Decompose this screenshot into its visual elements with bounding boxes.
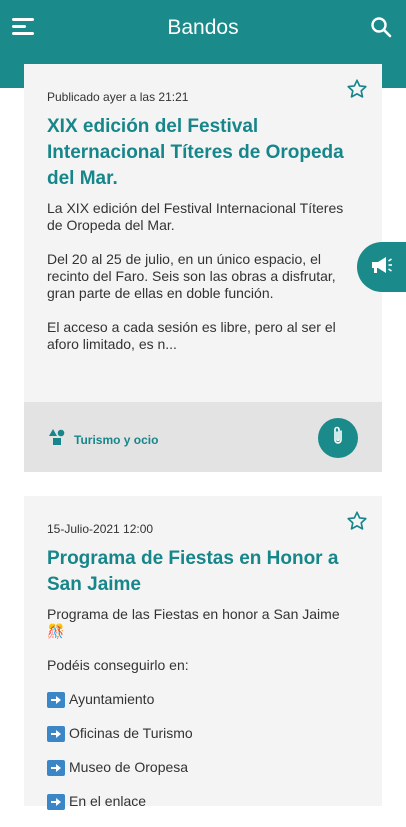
bando-paragraph: Podéis conseguirlo en: [47,657,189,673]
list-item: Ayuntamiento [47,691,357,708]
right-arrow-icon [47,793,65,810]
list-item-label: Ayuntamiento [69,691,155,707]
announcement-button[interactable] [357,242,406,292]
bando-paragraph: Programa de las Fiestas en honor a San J… [47,606,340,639]
bando-paragraph: La XIX edición del Festival Internaciona… [47,200,344,233]
paperclip-icon [328,425,348,452]
list-item: En el enlace [47,793,357,810]
bando-footer: Turismo y ocio [24,402,382,472]
bando-title[interactable]: Programa de Fiestas en Honor a San Jaime [47,546,365,598]
page-title: Bandos [167,16,239,39]
megaphone-icon [369,254,393,281]
list-item-label: Oficinas de Turismo [69,725,193,741]
category-label: Turismo y ocio [74,432,159,447]
right-arrow-icon [47,759,65,776]
bando-date: Publicado ayer a las 21:21 [47,90,189,104]
shapes-icon [48,428,66,451]
bando-paragraph: Del 20 al 25 de julio, en un único espac… [47,251,336,301]
list-item: Oficinas de Turismo [47,725,357,742]
bando-title[interactable]: XIX edición del Festival Internacional T… [47,114,365,192]
app-bar: Bandos [0,0,406,58]
favorite-star-icon[interactable] [346,510,368,532]
bando-card[interactable]: 15-Julio-2021 12:00 Programa de Fiestas … [24,496,382,810]
right-arrow-icon [47,691,65,708]
right-arrow-icon [47,725,65,742]
list-item-label: En el enlace [69,793,147,809]
search-icon[interactable] [370,16,392,38]
attachment-button[interactable] [318,418,358,458]
category-tag: Turismo y ocio [48,428,158,451]
bando-paragraph: El acceso a cada sesión es libre, pero a… [47,319,336,352]
list-item: Museo de Oropesa [47,759,357,776]
bando-card[interactable]: Publicado ayer a las 21:21 XIX edición d… [24,64,382,472]
list-item-label: Museo de Oropesa [69,759,189,775]
bando-excerpt: La XIX edición del Festival Internaciona… [47,200,357,370]
favorite-star-icon[interactable] [346,78,368,100]
bando-date: 15-Julio-2021 12:00 [47,522,154,536]
bando-excerpt: Programa de las Fiestas en honor a San J… [47,606,357,827]
